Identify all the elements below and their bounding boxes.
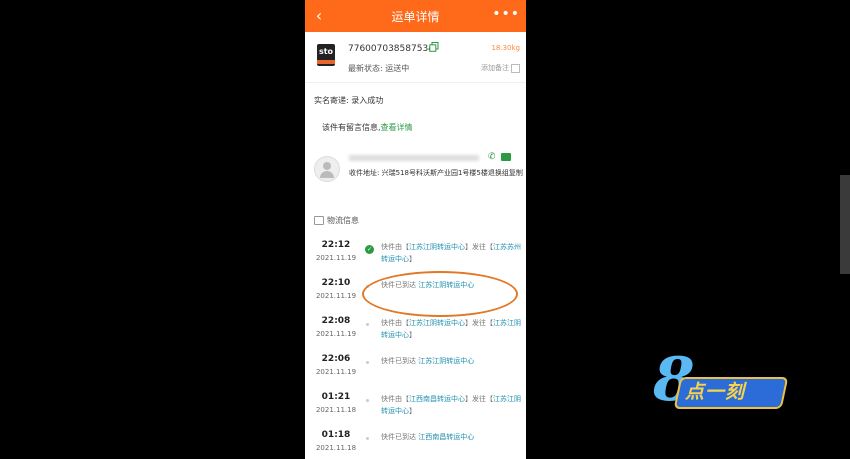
timeline-dot <box>366 323 369 326</box>
event-date: 2021.11.19 <box>315 292 357 300</box>
edit-icon <box>511 63 520 73</box>
phone-icon[interactable]: ✆ <box>488 152 496 162</box>
event-date: 2021.11.19 <box>315 254 357 262</box>
event-date: 2021.11.18 <box>315 406 357 414</box>
latest-status: 最新状态: 运送中 <box>348 64 410 73</box>
timeline-dot <box>366 399 369 402</box>
timeline-dot <box>366 437 369 440</box>
add-note-button[interactable]: 添加备注 <box>481 63 520 73</box>
annotation-circle <box>362 271 518 317</box>
more-icon[interactable]: ••• <box>492 6 520 22</box>
event-text: 快件由【江西南昌转运中心】发往【江苏江阴转运中心】 <box>381 395 521 415</box>
shipment-card: sto 776007038587534 18.30kg 最新状态: 运送中 添加… <box>305 32 526 83</box>
top-bar: ‹ 运单详情 ••• <box>305 0 526 32</box>
tracking-number: 776007038587534 <box>348 44 434 54</box>
event-text: 快件已到达 江苏江阴转运中心 <box>381 357 475 365</box>
message-notice: 该件有留言信息,查看详情 <box>322 123 413 132</box>
event-date: 2021.11.19 <box>315 330 357 338</box>
event-date: 2021.11.18 <box>315 444 357 452</box>
channel-logo: 8 点一刻 <box>647 349 789 417</box>
check-icon: ✓ <box>365 245 374 254</box>
event-time: 22:08 <box>321 316 351 326</box>
sms-icon[interactable] <box>501 153 511 161</box>
courier-logo: sto <box>317 44 335 66</box>
realname-status: 实名寄递: 录入成功 <box>314 96 384 105</box>
event-time: 01:21 <box>321 392 351 402</box>
view-details-link[interactable]: 查看详情 <box>381 123 413 132</box>
package-weight: 18.30kg <box>491 44 520 52</box>
side-strip <box>840 175 850 274</box>
box-icon <box>314 216 324 225</box>
avatar <box>314 156 340 182</box>
event-time: 22:06 <box>321 354 351 364</box>
event-text: 快件由【江苏江阴转运中心】发往【江苏苏州转运中心】 <box>381 243 521 263</box>
logo-text: 点一刻 <box>685 381 746 403</box>
logistics-header: 物流信息 <box>314 215 359 226</box>
phone-screen: ‹ 运单详情 ••• sto 776007038587534 18.30kg 最… <box>305 0 526 459</box>
timeline-dot <box>366 361 369 364</box>
event-time: 22:10 <box>321 278 351 288</box>
redacted-contact <box>349 155 479 161</box>
event-text: 快件由【江苏江阴转运中心】发往【江苏江阴转运中心】 <box>381 319 521 339</box>
event-time: 01:18 <box>321 430 351 440</box>
event-time: 22:12 <box>321 240 351 250</box>
receiver-address: 收件地址: 兴瑞518号科沃斯产业园1号楼5楼退换组复制 <box>349 169 523 177</box>
copy-icon[interactable] <box>429 42 439 52</box>
event-text: 快件已到达 江西南昌转运中心 <box>381 433 475 441</box>
receiver-section: ✆ 收件地址: 兴瑞518号科沃斯产业园1号楼5楼退换组复制 <box>305 148 526 194</box>
event-date: 2021.11.19 <box>315 368 357 376</box>
